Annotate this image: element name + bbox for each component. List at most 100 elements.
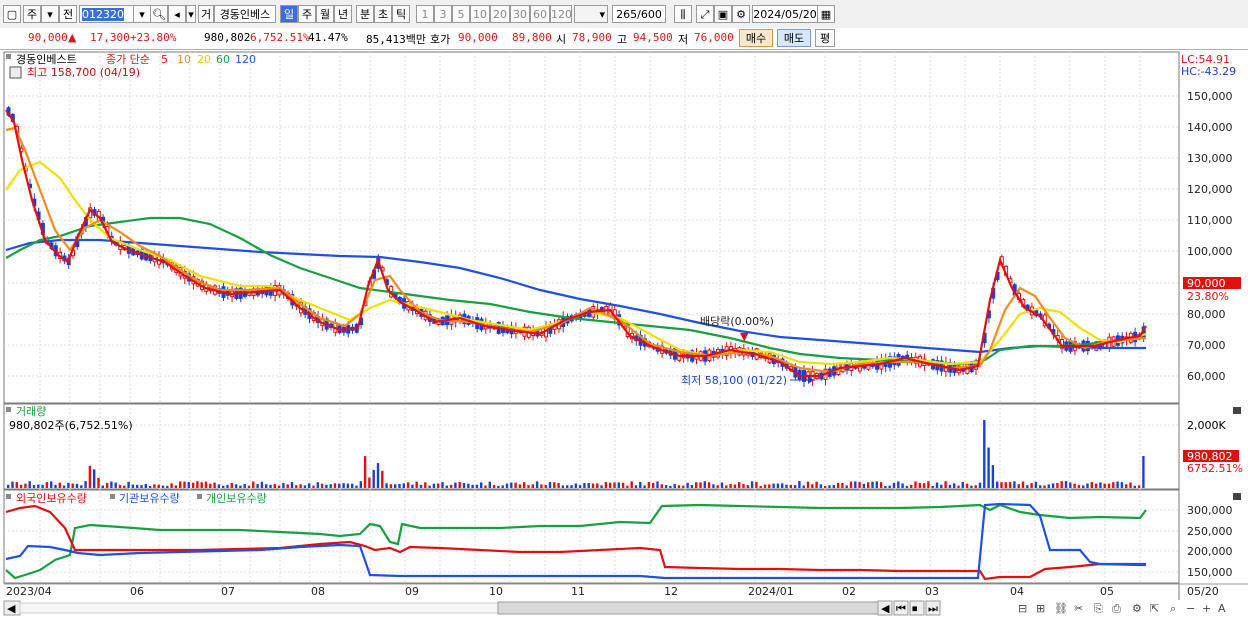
volume-bar [965,483,969,488]
minute-option-60[interactable]: 60 [530,5,550,23]
minute-option-30[interactable]: 30 [510,5,530,23]
stock-name-field[interactable]: 경동인베스 [214,5,276,23]
scrollbar-track[interactable] [19,602,499,614]
volume-bar [905,485,909,488]
x-tick: 11 [571,585,585,598]
period-tab-day[interactable]: 일 [280,5,298,23]
legend-ma60: 60 [216,53,230,66]
volume-bar [398,483,401,488]
volume-bar [1125,484,1128,488]
volume-bar [996,481,999,488]
holdings-panel-close-icon[interactable] [1233,493,1241,500]
speaker-dropdown-icon[interactable]: ▾ [186,5,196,23]
copy-tool-icon[interactable]: ⎘ [1094,602,1103,615]
buy-button[interactable]: 매수 [739,29,773,47]
market-dropdown-icon[interactable]: ▾ [41,5,59,23]
volume-bar [222,485,225,488]
crosshair-icon[interactable] [9,66,22,79]
volume-bar [660,484,663,488]
period-tab-week[interactable]: 주 [298,5,316,23]
volume-bar [759,485,762,488]
holdings-tick: 300,000 [1187,504,1233,517]
volume-bar [738,482,741,488]
zoom-out-icon[interactable]: − [1186,602,1195,615]
window-icon[interactable]: ▢ [3,5,21,23]
volume-bar [320,483,324,488]
save-icon[interactable]: ▣ [714,5,732,23]
scrollbar-thumb[interactable] [497,601,879,615]
candle-icon[interactable]: ⫼ [674,5,692,23]
jeon-button[interactable]: 전 [59,5,77,23]
minute-option-1[interactable]: 1 [416,5,434,23]
calendar-icon[interactable]: ▦ [817,5,835,23]
market-select[interactable]: 주 [23,5,41,23]
zoom-in-icon[interactable]: + [1202,602,1211,615]
legend-stock-name: 경동인베스트 [16,53,77,66]
search-icon[interactable]: 🔍︎ [150,5,168,23]
volume-bar [983,420,986,488]
link-tool-icon[interactable]: ⛓ [1054,602,1068,615]
volume-bar [1064,481,1068,488]
volume-bar [204,481,208,488]
code-dropdown-icon[interactable]: ▾ [133,5,151,23]
x-tick: 06 [130,585,144,598]
layout-tool-icon[interactable]: ⊞ [1036,602,1045,615]
volume-bar [677,485,681,488]
period-tab-tick[interactable]: 틱 [392,5,410,23]
export-tool-icon[interactable]: ⇱ [1150,602,1159,615]
volume-bar [402,483,405,488]
volume-bar [815,481,818,488]
volume-bar [196,481,199,488]
minute-option-10[interactable]: 10 [470,5,490,23]
volume-bar [699,482,702,488]
eval-button[interactable]: 평 [815,29,835,47]
data-count-field[interactable]: 265/600 [612,5,666,23]
volume-bar [849,481,853,488]
volume-bar [587,482,590,488]
period-second-label: 초 [377,8,389,21]
volume-panel-close-icon[interactable] [1233,407,1241,414]
volume-bar [750,481,754,488]
minute-option-20[interactable]: 20 [490,5,510,23]
print-tool-icon[interactable]: ⎙ [1112,602,1121,615]
price-tick: 120,000 [1187,183,1233,196]
volume-bar [518,484,522,488]
volume-bar [948,484,952,488]
minute-option-3[interactable]: 3 [434,5,452,23]
type-button[interactable]: 거 [198,5,214,23]
volume-bar [781,483,784,488]
volume-bar [901,483,904,488]
font-size-icon[interactable]: A [1218,602,1226,615]
stock-chart[interactable]: 경동인베스트 종가 단순 5 10 20 60 120 최고 158,700 (… [0,50,1248,621]
period-tab-minute[interactable]: 분 [356,5,374,23]
volume-bar [394,484,397,488]
scissors-icon[interactable]: ✂ [1074,602,1083,615]
volume-bar [1107,483,1111,488]
custom-period-select[interactable]: ▾ [574,5,608,23]
search-tool-icon[interactable]: ⌕ [1170,602,1176,615]
volume-bar [424,482,427,488]
zoom-tool-icon[interactable]: ⊟ [1018,602,1027,615]
settings-tool-icon[interactable]: ⚙ [1132,602,1142,615]
volume-bar [621,482,625,488]
volume-bar [1051,483,1055,488]
period-tab-year[interactable]: 년 [334,5,352,23]
volume-bar [1060,481,1063,488]
line-tool-icon[interactable]: ⤢ [696,5,714,23]
period-tab-second[interactable]: 초 [374,5,392,23]
stock-code-input[interactable]: 012320 [79,5,135,23]
date-field[interactable]: 2024/05/20 [752,5,818,23]
volume-bar [153,484,156,488]
volume-bar [733,484,737,488]
volume-bar [101,485,104,488]
speaker-icon[interactable]: ◂ [168,5,186,23]
minute-option-5[interactable]: 5 [452,5,470,23]
sell-button[interactable]: 매도 [777,29,811,47]
date-value: 2024/05/20 [753,8,817,21]
volume-bar [140,485,143,488]
volume-bar [910,484,913,488]
period-tab-month[interactable]: 월 [316,5,334,23]
hoga-label: 호가 [430,33,451,46]
gear-icon[interactable]: ⚙ [732,5,750,23]
minute-option-120[interactable]: 120 [550,5,572,23]
